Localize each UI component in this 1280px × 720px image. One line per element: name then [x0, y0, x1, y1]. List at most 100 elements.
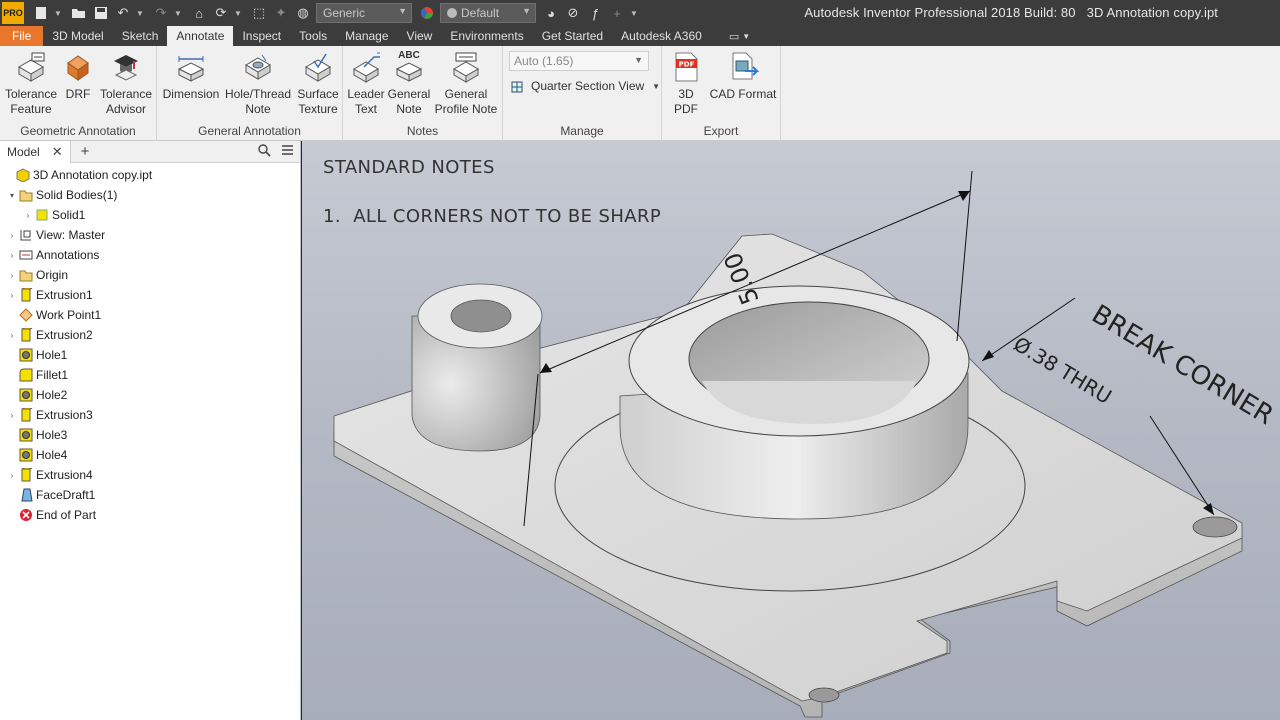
- browser-node[interactable]: › Extrusion4: [0, 465, 300, 485]
- browser-node-label: Extrusion4: [36, 468, 93, 482]
- tab-inspect[interactable]: Inspect: [233, 26, 290, 46]
- ribbon-options-button[interactable]: ▭ ▼: [729, 26, 750, 46]
- small-cylinder-hole[interactable]: [450, 299, 512, 333]
- browser-node[interactable]: Hole4: [0, 445, 300, 465]
- cad-format-button[interactable]: CAD Format: [706, 50, 780, 102]
- browser-node[interactable]: Hole3: [0, 425, 300, 445]
- save-icon[interactable]: [92, 4, 110, 22]
- add-browser-tab-icon[interactable]: +: [81, 143, 90, 160]
- tab-annotate[interactable]: Annotate: [167, 26, 234, 46]
- view-icon: [19, 228, 33, 242]
- browser-node[interactable]: FaceDraft1: [0, 485, 300, 505]
- expand-chevron-icon[interactable]: ›: [7, 411, 17, 420]
- browser-node[interactable]: › Annotations: [0, 245, 300, 265]
- leader-text-icon: [349, 50, 383, 84]
- browser-node[interactable]: Hole1: [0, 345, 300, 365]
- browser-node[interactable]: End of Part: [0, 505, 300, 525]
- general-notes[interactable]: STANDARD NOTES 1. ALL CORNERS NOT TO BE …: [323, 157, 661, 227]
- tab-tools[interactable]: Tools: [290, 26, 336, 46]
- clear-appearance-icon[interactable]: ⊘: [564, 4, 582, 22]
- quarter-section-view-button[interactable]: Quarter Section View ▼: [511, 77, 660, 95]
- browser-node[interactable]: Fillet1: [0, 365, 300, 385]
- tab-view[interactable]: View: [398, 26, 442, 46]
- chevron-down-icon[interactable]: ▼: [630, 4, 640, 22]
- 3d-pdf-button[interactable]: PDF 3D PDF: [666, 50, 706, 117]
- browser-node[interactable]: 3D Annotation copy.ipt: [0, 165, 300, 185]
- surface-texture-button[interactable]: Surface Texture: [295, 50, 341, 117]
- select-icon[interactable]: ⬚: [250, 4, 268, 22]
- chevron-down-icon[interactable]: ▼: [234, 4, 244, 22]
- quick-access-toolbar: ▼ ↶ ▼ ↷ ▼ ⌂ ⟳ ▼ ⬚ ✦ ◍ Generic ▼ Default ▼ …: [32, 3, 646, 23]
- browser-node[interactable]: › Extrusion3: [0, 405, 300, 425]
- tolerance-feature-button[interactable]: Tolerance Feature: [4, 50, 58, 117]
- close-icon[interactable]: ✕: [52, 144, 63, 160]
- expand-chevron-icon[interactable]: ▾: [7, 191, 17, 200]
- folder-icon: [19, 188, 33, 202]
- expand-chevron-icon[interactable]: ›: [7, 331, 17, 340]
- fx-icon[interactable]: ƒ: [586, 4, 604, 22]
- browser-node-label: End of Part: [36, 508, 97, 522]
- update-icon[interactable]: ⟳: [212, 4, 230, 22]
- general-note-icon: ABC: [392, 50, 426, 84]
- pointer-icon[interactable]: ✦: [272, 4, 290, 22]
- material-combo[interactable]: Generic ▼: [316, 3, 412, 23]
- tolerance-advisor-button[interactable]: Tolerance Advisor: [98, 50, 154, 117]
- hole-icon: [19, 428, 33, 442]
- general-profile-note-button[interactable]: General Profile Note: [432, 50, 500, 117]
- drf-button[interactable]: DRF: [62, 50, 94, 102]
- group-notes: Leader Text ABC General Note General Pro…: [343, 46, 503, 141]
- tab-environments[interactable]: Environments: [441, 26, 532, 46]
- hole-thread-note-button[interactable]: Hole/Thread Note: [223, 50, 293, 117]
- appearance-combo[interactable]: Default ▼: [440, 3, 536, 23]
- leader-text-button[interactable]: Leader Text: [346, 50, 386, 117]
- annotation-scale-combo[interactable]: Auto (1.65) ▼: [509, 51, 649, 71]
- browser-tab-model[interactable]: Model ✕: [0, 140, 71, 163]
- expand-chevron-icon[interactable]: ›: [7, 271, 17, 280]
- expand-chevron-icon[interactable]: ›: [7, 471, 17, 480]
- browser-node[interactable]: Work Point1: [0, 305, 300, 325]
- plus-icon[interactable]: +: [608, 4, 626, 22]
- tab-sketch[interactable]: Sketch: [113, 26, 168, 46]
- inventor-logo[interactable]: PRO: [2, 2, 24, 24]
- browser-node[interactable]: › Origin: [0, 265, 300, 285]
- corner-hole[interactable]: [1192, 516, 1238, 538]
- browser-node[interactable]: › View: Master: [0, 225, 300, 245]
- browser-node[interactable]: Hole2: [0, 385, 300, 405]
- expand-chevron-icon[interactable]: ›: [23, 211, 33, 220]
- tab-file[interactable]: File: [0, 26, 44, 46]
- bottom-hole[interactable]: [808, 687, 840, 703]
- hole-icon: [19, 448, 33, 462]
- search-icon[interactable]: [258, 144, 271, 160]
- expand-chevron-icon[interactable]: ›: [7, 231, 17, 240]
- chevron-down-icon[interactable]: ▼: [174, 4, 184, 22]
- home-icon[interactable]: ⌂: [190, 4, 208, 22]
- open-icon[interactable]: [70, 4, 88, 22]
- ribbon-panel: Tolerance Feature DRF Tolerance Advisor …: [0, 46, 1280, 141]
- browser-node[interactable]: › Extrusion1: [0, 285, 300, 305]
- graphics-viewport[interactable]: 5.00 Ø.38 THRU BREAK CORNER STANDARD NOT…: [302, 141, 1280, 720]
- tab-3d-model[interactable]: 3D Model: [43, 26, 112, 46]
- expand-chevron-icon[interactable]: ›: [7, 291, 17, 300]
- undo-icon[interactable]: ↶: [114, 4, 132, 22]
- new-icon[interactable]: [32, 4, 50, 22]
- chevron-down-icon[interactable]: ▼: [54, 4, 64, 22]
- tab-manage[interactable]: Manage: [336, 26, 397, 46]
- general-note-button[interactable]: ABC General Note: [388, 50, 431, 117]
- expand-chevron-icon[interactable]: ›: [7, 251, 17, 260]
- browser-node-label: Solid1: [52, 208, 86, 222]
- dimension-button[interactable]: Dimension: [161, 50, 221, 102]
- chevron-down-icon[interactable]: ▼: [136, 4, 146, 22]
- part-model[interactable]: 5.00 Ø.38 THRU BREAK CORNER: [302, 141, 1280, 720]
- section-view-icon: [511, 79, 525, 93]
- tab-get-started[interactable]: Get Started: [533, 26, 612, 46]
- tab-autodesk-a360[interactable]: Autodesk A360: [612, 26, 711, 46]
- browser-node[interactable]: ▾ Solid Bodies(1): [0, 185, 300, 205]
- globe-icon[interactable]: ◍: [294, 4, 312, 22]
- redo-icon[interactable]: ↷: [152, 4, 170, 22]
- adjust-icon[interactable]: ◕: [542, 4, 560, 22]
- browser-node[interactable]: › Extrusion2: [0, 325, 300, 345]
- tolerance-advisor-icon: [109, 50, 143, 84]
- browser-node[interactable]: › Solid1: [0, 205, 300, 225]
- menu-icon[interactable]: [281, 144, 294, 160]
- color-wheel-icon[interactable]: [418, 4, 436, 22]
